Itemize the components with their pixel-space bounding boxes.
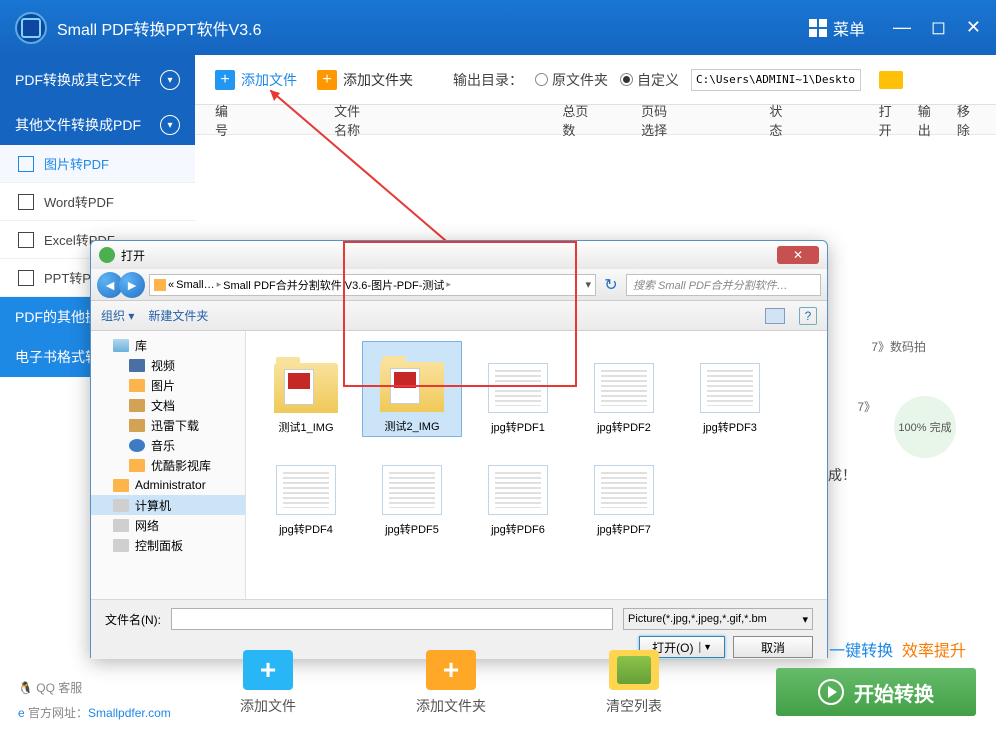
filename-input[interactable] [171,608,613,630]
dialog-icon [99,247,115,263]
tagline: 一键转换 效率提升 [829,637,966,661]
sidebar-section-convert-to-pdf[interactable]: 其他文件转换成PDF ▾ [0,105,195,145]
view-mode-button[interactable] [765,308,785,324]
tree-item-video[interactable]: 视频 [91,355,245,375]
menu-button[interactable]: 菜单 [809,16,865,40]
broom-icon [609,650,659,690]
add-folder-big-button[interactable]: +添加文件夹 [416,650,486,716]
tree-item-computer[interactable]: 计算机 [91,495,245,515]
browse-folder-icon[interactable] [879,71,903,89]
add-file-big-button[interactable]: +添加文件 [240,650,296,716]
sidebar-item-word-to-pdf[interactable]: Word转PDF [0,183,195,221]
refresh-button[interactable]: ↻ [600,274,622,296]
tree-item-thunder[interactable]: 迅雷下载 [91,415,245,435]
file-item-pdf[interactable]: jpg转PDF6 [468,443,568,539]
chevron-down-icon: ▾ [160,115,180,135]
bg-text-1: 7》数码拍 [871,338,926,355]
col-pages: 总页数 [562,101,591,139]
tree-item-pictures[interactable]: 图片 [91,375,245,395]
plus-icon: + [317,70,337,90]
radio-custom-folder[interactable]: 自定义 [620,70,679,90]
word-icon [18,194,34,210]
search-input[interactable]: 搜索 Small PDF合并分割软件… [626,274,821,296]
col-index: 编号 [215,101,234,139]
dialog-toolbar: 组织 ▾ 新建文件夹 ? [91,301,827,331]
minimize-button[interactable]: — [893,17,911,38]
sidebar-item-image-to-pdf[interactable]: 图片转PDF [0,145,195,183]
start-convert-button[interactable]: 开始转换 [776,668,976,716]
file-table-header: 编号 文件名称 总页数 页码选择 状态 打开 输出 移除 [195,105,996,135]
col-page-select: 页码选择 [641,101,679,139]
plus-icon: + [243,650,293,690]
new-folder-button[interactable]: 新建文件夹 [148,307,208,324]
dialog-titlebar: 打开 ✕ [91,241,827,269]
help-button[interactable]: ? [799,307,817,325]
dialog-nav: ◄ ► « Small… ▸ Small PDF合并分割软件 V3.6-图片-P… [91,269,827,301]
file-item-pdf[interactable]: jpg转PDF1 [468,341,568,437]
clear-list-button[interactable]: 清空列表 [606,650,662,716]
file-filter-select[interactable]: Picture(*.jpg,*.jpeg,*.gif,*.bm▾ [623,608,813,630]
close-button[interactable]: ✕ [966,17,981,38]
ppt-icon [18,270,34,286]
chevron-down-icon: ▾ [160,70,180,90]
tree-item-music[interactable]: 音乐 [91,435,245,455]
nav-forward-button[interactable]: ► [119,272,145,298]
add-folder-button[interactable]: + 添加文件夹 [317,70,413,90]
cancel-button[interactable]: 取消 [733,636,813,658]
organize-menu[interactable]: 组织 ▾ [101,307,134,324]
output-path-input[interactable] [691,69,861,91]
col-open: 打开 [879,101,898,139]
col-status: 状态 [769,101,788,139]
image-icon [18,156,34,172]
bg-text-2: 7》 [857,398,876,415]
file-item-pdf[interactable]: jpg转PDF4 [256,443,356,539]
add-file-button[interactable]: + 添加文件 [215,70,297,90]
col-filename: 文件名称 [334,101,372,139]
tree-item-control-panel[interactable]: 控制面板 [91,535,245,555]
filename-label: 文件名(N): [105,611,161,628]
col-output: 输出 [918,101,937,139]
app-logo [15,12,47,44]
tree-item-admin[interactable]: Administrator [91,475,245,495]
file-item-pdf[interactable]: jpg转PDF5 [362,443,462,539]
play-icon [818,679,844,705]
qq-support-link[interactable]: 🐧 QQ 客服 [18,679,171,696]
excel-icon [18,232,34,248]
dialog-close-button[interactable]: ✕ [777,246,819,264]
radio-original-folder[interactable]: 原文件夹 [535,70,608,90]
file-item-pdf[interactable]: jpg转PDF3 [680,341,780,437]
col-remove: 移除 [957,101,976,139]
output-label: 输出目录： [453,70,523,90]
tree-item-library[interactable]: 库 [91,335,245,355]
maximize-button[interactable]: ◻ [931,17,946,38]
file-item-folder[interactable]: 测试2_IMG [362,341,462,437]
tree-item-youku[interactable]: 优酷影视库 [91,455,245,475]
plus-icon: + [215,70,235,90]
folder-tree: 库 视频 图片 文档 迅雷下载 音乐 优酷影视库 Administrator 计… [91,331,246,599]
file-open-dialog: 打开 ✕ ◄ ► « Small… ▸ Small PDF合并分割软件 V3.6… [90,240,828,658]
app-title: Small PDF转换PPT软件V3.6 [57,16,809,40]
titlebar: Small PDF转换PPT软件V3.6 菜单 — ◻ ✕ [0,0,996,55]
menu-grid-icon [809,19,827,37]
file-item-pdf[interactable]: jpg转PDF2 [574,341,674,437]
progress-badge: 100% 完成 [894,396,956,458]
breadcrumb[interactable]: « Small… ▸ Small PDF合并分割软件 V3.6-图片-PDF-测… [149,274,596,296]
file-list: 测试1_IMG 测试2_IMG jpg转PDF1 jpg转PDF2 jpg转PD… [246,331,827,599]
tree-item-network[interactable]: 网络 [91,515,245,535]
plus-icon: + [426,650,476,690]
sidebar-section-convert-from-pdf[interactable]: PDF转换成其它文件 ▾ [0,55,195,105]
file-item-folder[interactable]: 测试1_IMG [256,341,356,437]
tree-item-documents[interactable]: 文档 [91,395,245,415]
file-item-pdf[interactable]: jpg转PDF7 [574,443,674,539]
official-site-link[interactable]: e 官方网址：Smallpdfer.com [18,704,171,721]
